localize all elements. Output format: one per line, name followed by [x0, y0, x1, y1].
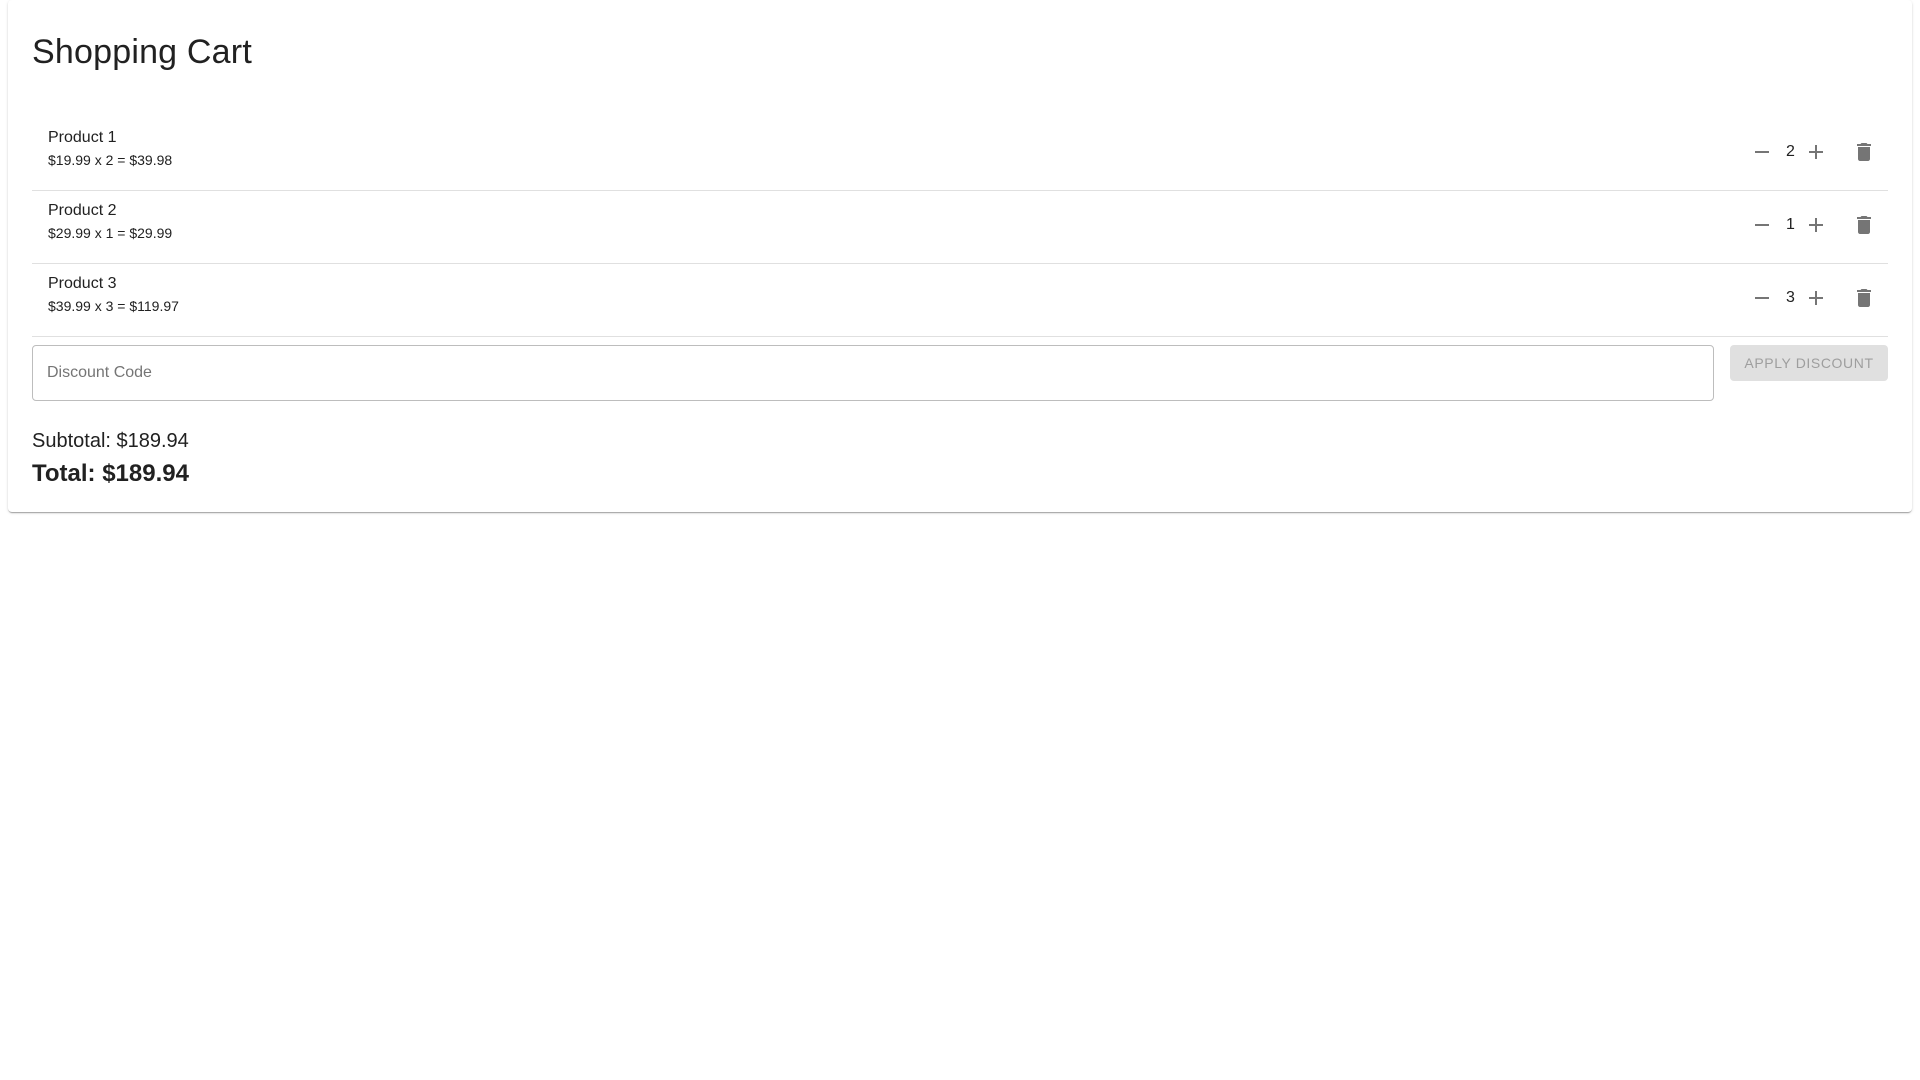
- discount-code-input[interactable]: [32, 345, 1714, 401]
- trash-icon: [1857, 289, 1871, 307]
- cart-item-text: Product 1 $19.99 x 2 = $39.98: [48, 126, 172, 170]
- discount-row: Apply Discount: [32, 345, 1888, 401]
- increase-quantity-button[interactable]: [1792, 128, 1840, 176]
- minus-icon: [1755, 297, 1769, 299]
- quantity-controls: 2: [1738, 128, 1888, 176]
- apply-discount-button[interactable]: Apply Discount: [1730, 345, 1888, 381]
- decrease-quantity-button[interactable]: [1738, 201, 1786, 249]
- minus-icon: [1755, 151, 1769, 153]
- cart-item-text: Product 3 $39.99 x 3 = $119.97: [48, 272, 179, 316]
- cart-item-text: Product 2 $29.99 x 1 = $29.99: [48, 199, 172, 243]
- page-title: Shopping Cart: [32, 33, 252, 71]
- increase-quantity-button[interactable]: [1792, 201, 1840, 249]
- decrease-quantity-button[interactable]: [1738, 128, 1786, 176]
- minus-icon: [1755, 224, 1769, 226]
- delete-item-button[interactable]: [1840, 201, 1888, 249]
- product-price-detail: $19.99 x 2 = $39.98: [48, 152, 173, 168]
- decrease-quantity-button[interactable]: [1738, 274, 1786, 322]
- delete-item-button[interactable]: [1840, 128, 1888, 176]
- product-price-detail: $39.99 x 3 = $119.97: [48, 298, 179, 314]
- product-name: Product 3: [48, 275, 117, 292]
- cart-item: Product 2 $29.99 x 1 = $29.99 1: [32, 191, 1888, 264]
- cart-item: Product 3 $39.99 x 3 = $119.97 3: [32, 264, 1888, 337]
- shopping-cart-card: Shopping Cart Product 1 $19.99 x 2 = $39…: [8, 0, 1912, 512]
- trash-icon: [1857, 216, 1871, 234]
- trash-icon: [1857, 143, 1871, 161]
- quantity-controls: 3: [1738, 274, 1888, 322]
- subtotal: Subtotal: $189.94: [32, 430, 189, 452]
- delete-item-button[interactable]: [1840, 274, 1888, 322]
- plus-icon: [1809, 145, 1823, 159]
- cart-item-list: Product 1 $19.99 x 2 = $39.98 2 Product …: [32, 118, 1888, 337]
- plus-icon: [1809, 218, 1823, 232]
- product-name: Product 1: [48, 129, 117, 146]
- increase-quantity-button[interactable]: [1792, 274, 1840, 322]
- quantity-controls: 1: [1738, 201, 1888, 249]
- plus-icon: [1809, 291, 1823, 305]
- total: Total: $189.94: [32, 460, 189, 487]
- cart-item: Product 1 $19.99 x 2 = $39.98 2: [32, 118, 1888, 191]
- product-name: Product 2: [48, 202, 117, 219]
- product-price-detail: $29.99 x 1 = $29.99: [48, 225, 173, 241]
